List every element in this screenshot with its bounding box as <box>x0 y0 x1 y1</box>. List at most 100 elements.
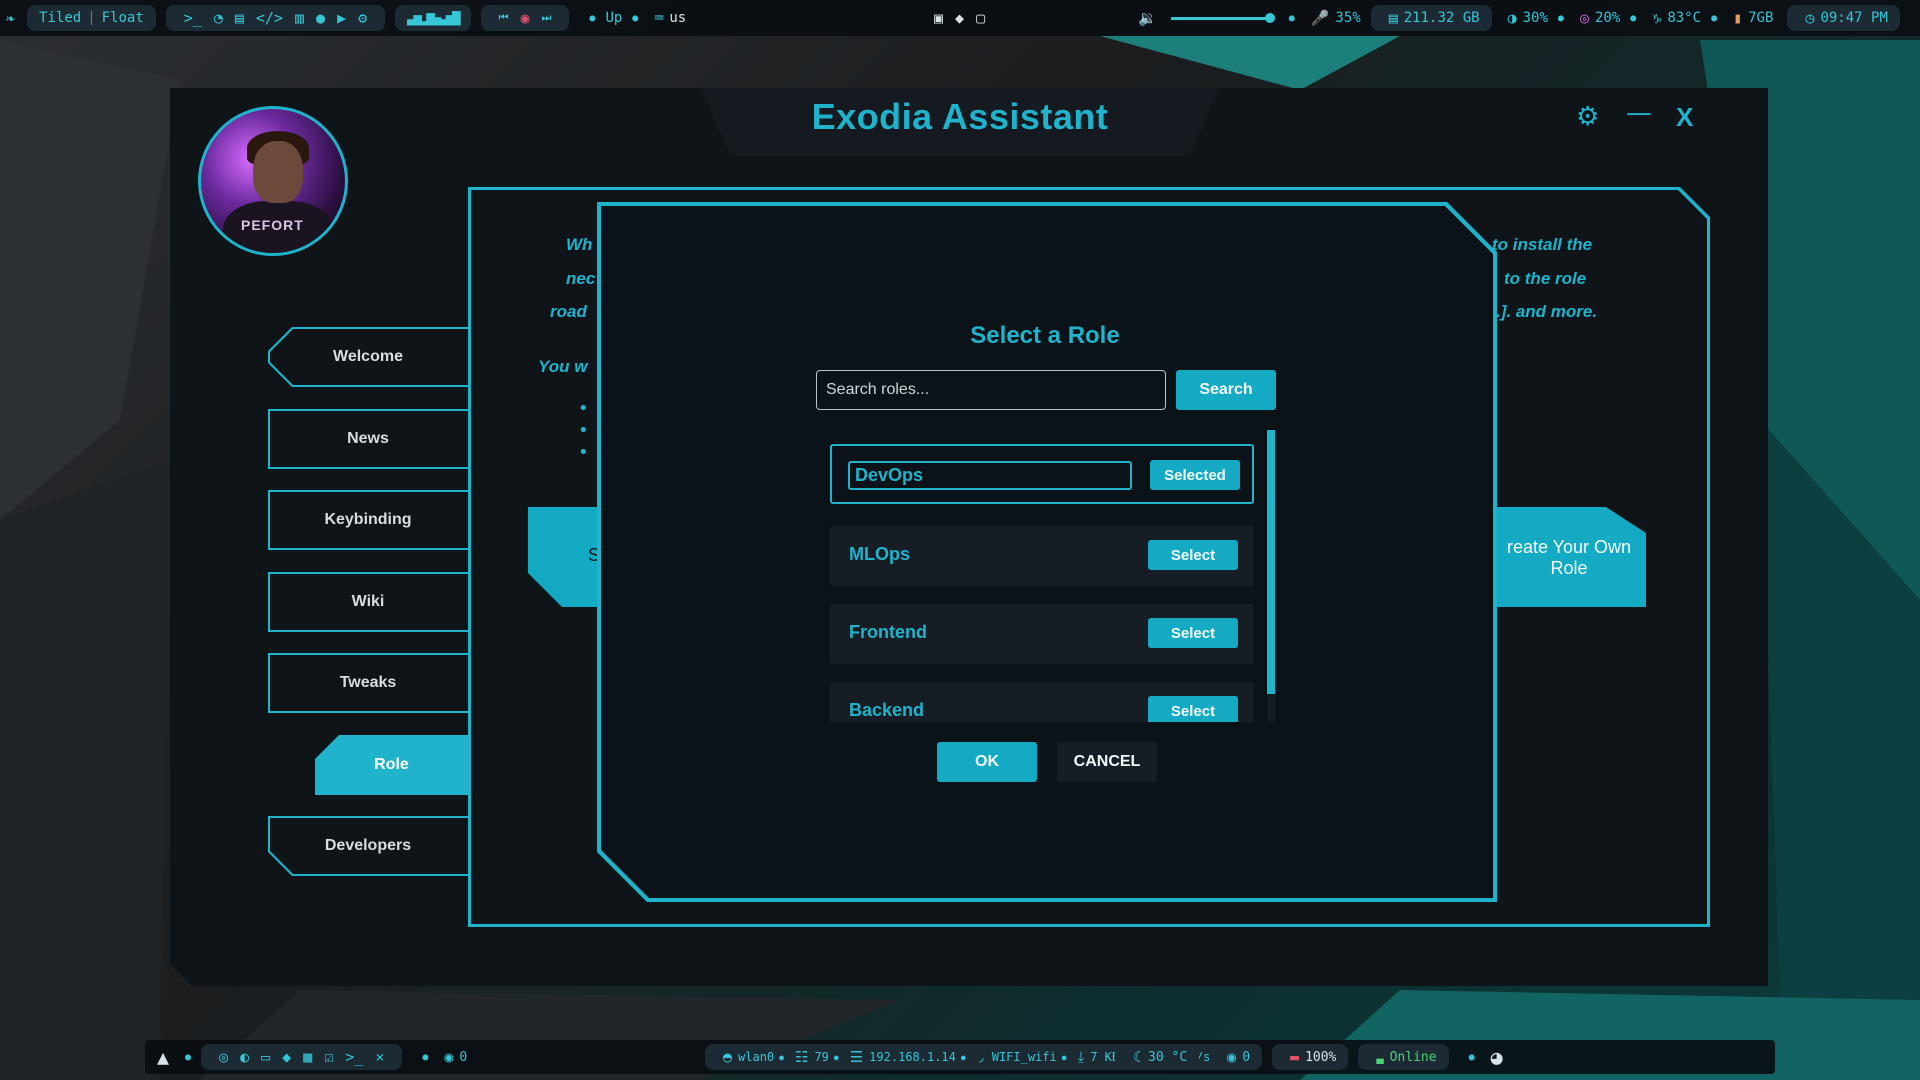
sidebar-item-label: Role <box>374 756 409 773</box>
sidebar-item-label: Developers <box>324 837 412 854</box>
signal-bars-icon: ▃ <box>1376 1050 1384 1064</box>
tray-icons: ▣ ◆ ▢ <box>928 9 991 27</box>
tasks-icon[interactable]: ☑ <box>324 1048 333 1066</box>
role-list-scrollbar[interactable] <box>1267 430 1275 722</box>
layout-float[interactable]: Float <box>102 10 144 26</box>
separator-dot: ● <box>779 1052 784 1062</box>
chrome-icon[interactable]: ◎ <box>219 1048 228 1066</box>
keyboard-icon: ⌨ <box>654 9 664 27</box>
close-button[interactable]: X <box>1676 102 1693 133</box>
folder-icon[interactable]: ▤ <box>235 9 244 27</box>
code-icon[interactable]: </> <box>256 9 283 27</box>
volume-knob[interactable] <box>1264 12 1275 23</box>
arch-logo-icon[interactable]: ▲ <box>157 1045 169 1069</box>
chat-icon[interactable]: ● <box>316 9 325 27</box>
whatsapp-icon[interactable]: ◐ <box>240 1048 249 1066</box>
cancel-button[interactable]: CANCEL <box>1057 742 1157 782</box>
list-item[interactable]: Frontend Select <box>830 604 1254 664</box>
clock-pill[interactable]: ◷ 09:47 PM <box>1787 5 1900 31</box>
create-your-own-role-button[interactable]: reate Your Own Role <box>1490 507 1646 607</box>
list-item[interactable]: DevOps Selected <box>830 444 1254 504</box>
content-bullet: • <box>578 442 589 463</box>
laptop-icon[interactable]: ▭ <box>261 1048 270 1066</box>
pause-icon[interactable]: ◉ <box>520 9 529 27</box>
notes-icon[interactable]: ▥ <box>295 9 304 27</box>
updates-icon[interactable]: ◉ <box>444 1048 453 1066</box>
previous-icon[interactable]: ⏮ <box>499 11 509 25</box>
terminal-icon[interactable]: >_ <box>184 9 202 27</box>
disk-pill: ▤ 211.32 GB <box>1370 5 1492 31</box>
sidebar-item-label: Keybinding <box>324 511 412 528</box>
top-status-bar: ❧ Tiled | Float >_ ◔ ▤ </> ▥ ● ▶ ⚙ ▃▅▂▆▄… <box>0 0 1920 36</box>
role-list: DevOps Selected MLOps Select Frontend Se… <box>830 440 1260 722</box>
temperature-value: 83°C <box>1667 10 1702 26</box>
sidebar-item-tweaks[interactable]: Tweaks <box>268 653 468 713</box>
gpu-icon: ◎ <box>1579 9 1589 27</box>
editor-icon[interactable]: ▩ <box>303 1048 312 1066</box>
signal-icon: ☷ <box>794 1048 809 1066</box>
list-item[interactable]: MLOps Select <box>830 526 1254 586</box>
video-icon[interactable]: ▶ <box>337 9 346 27</box>
separator-dot: ● <box>185 1051 192 1063</box>
disk-value: 211.32 GB <box>1403 10 1480 26</box>
separator-dot: ● <box>1711 12 1718 24</box>
content-text-line3-left: road <box>550 302 587 321</box>
separator-dot: ● <box>833 1052 839 1062</box>
sidebar-item-developers[interactable]: Developers <box>268 816 468 876</box>
sidebar-item-label: Tweaks <box>339 674 397 691</box>
separator-dot: ● <box>632 12 639 24</box>
leaf-icon[interactable]: ❧ <box>6 9 15 27</box>
select-button[interactable]: Select <box>1148 696 1238 722</box>
separator-dot: ● <box>960 1052 966 1062</box>
select-button[interactable]: Select <box>1148 540 1238 570</box>
volume-icon[interactable]: 🔉 <box>1138 9 1157 27</box>
sidebar-item-keybinding[interactable]: Keybinding <box>268 490 468 550</box>
content-text-line1-left: Wh <box>566 235 593 254</box>
next-icon[interactable]: ⏭ <box>542 11 552 25</box>
role-name-field[interactable]: DevOps <box>848 461 1132 490</box>
palette-icon[interactable]: ◕ <box>1491 1045 1503 1069</box>
content-text-line4-left: You w <box>538 357 588 376</box>
microphone-icon[interactable]: 🎤 <box>1311 9 1330 27</box>
content-bullet: • <box>578 420 589 441</box>
role-name: Frontend <box>849 622 927 642</box>
gamepad-icon[interactable]: ▣ <box>934 9 943 27</box>
keyboard-layout[interactable]: us <box>669 10 686 26</box>
separator-dot: ● <box>422 1051 429 1063</box>
sidebar-item-news[interactable]: News <box>268 409 468 469</box>
create-role-label: reate Your Own Role <box>1506 537 1632 578</box>
sidebar-item-role[interactable]: Role <box>315 735 468 795</box>
steam-icon[interactable]: ▢ <box>976 9 985 27</box>
search-input[interactable] <box>816 370 1166 410</box>
separator-dot: ● <box>1557 12 1564 24</box>
separator-dot: ● <box>1288 12 1295 24</box>
gpu-value: 20% <box>1594 10 1621 26</box>
list-item[interactable]: Backend Select <box>830 682 1254 722</box>
sidebar-item-welcome[interactable]: Welcome <box>268 327 468 387</box>
battery-icon: ▬ <box>1290 1048 1300 1066</box>
discord-icon[interactable]: ◆ <box>955 9 964 27</box>
select-button[interactable]: Select <box>1148 618 1238 648</box>
search-button[interactable]: Search <box>1176 370 1276 410</box>
selected-button[interactable]: Selected <box>1150 460 1240 490</box>
browser-icon[interactable]: ◔ <box>214 9 223 27</box>
minimize-button[interactable]: — <box>1626 98 1652 128</box>
rss-icon: ◞ <box>976 1048 986 1066</box>
layout-switcher[interactable]: Tiled | Float <box>27 5 156 31</box>
ok-button[interactable]: OK <box>937 742 1037 782</box>
vscode-icon[interactable]: ⨯ <box>375 1048 384 1066</box>
discord-icon[interactable]: ◆ <box>282 1048 291 1066</box>
settings-gear-icon[interactable]: ⚙ <box>1576 102 1599 132</box>
github-pill[interactable]: ◉ 0 <box>1209 1044 1263 1070</box>
download-icon: ⤓ <box>1077 1048 1085 1066</box>
content-text-line1-right: to install the <box>1492 235 1593 254</box>
gear-icon[interactable]: ⚙ <box>358 9 367 27</box>
sidebar-item-label: News <box>347 430 389 447</box>
sidebar-item-wiki[interactable]: Wiki <box>268 572 468 632</box>
role-name: MLOps <box>849 544 910 564</box>
layout-tiled[interactable]: Tiled <box>39 10 81 26</box>
volume-slider[interactable] <box>1170 12 1275 23</box>
weather-pill: ☾ 30 °C <box>1115 1044 1200 1070</box>
terminal-icon[interactable]: >_ <box>345 1048 363 1066</box>
scrollbar-thumb[interactable] <box>1267 430 1275 694</box>
